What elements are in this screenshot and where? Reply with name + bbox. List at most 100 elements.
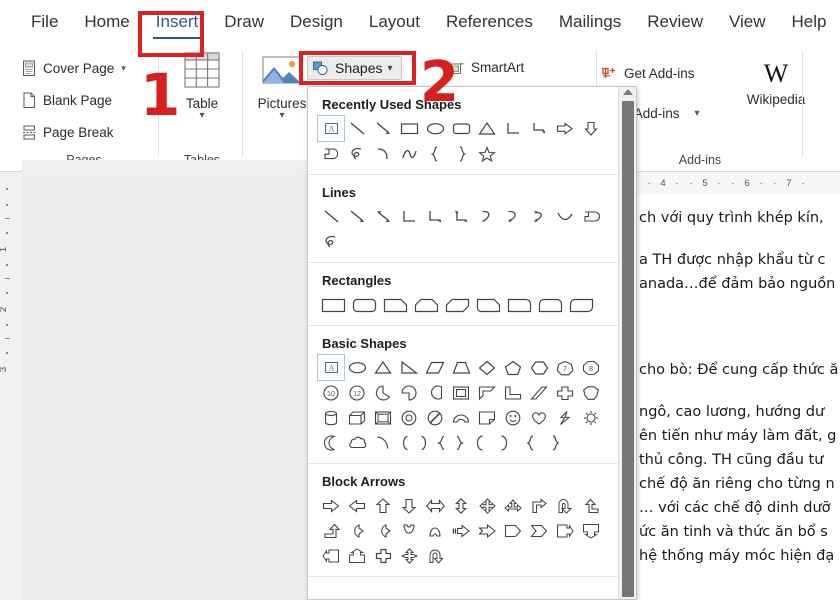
document-page-left[interactable] bbox=[22, 172, 306, 600]
shape-up-arrow-callout[interactable] bbox=[344, 543, 370, 568]
smartart-button[interactable]: SmartArt bbox=[450, 60, 524, 75]
shape-left-bracket-tall[interactable] bbox=[468, 430, 491, 455]
tab-review[interactable]: Review bbox=[634, 6, 716, 38]
shape-u-turn-arrow[interactable] bbox=[552, 493, 578, 518]
shape-elbow-arrow-connector[interactable] bbox=[526, 116, 552, 141]
shape-l-shape[interactable] bbox=[500, 380, 526, 405]
shape-left-right-up-arrow[interactable] bbox=[500, 493, 526, 518]
shape-curve[interactable] bbox=[370, 141, 396, 166]
shape-cube[interactable] bbox=[344, 405, 370, 430]
shape-curved-arrow-connector[interactable] bbox=[500, 204, 526, 229]
shape-cross-arrow-thick[interactable] bbox=[370, 543, 396, 568]
shape-snip-diagonal-corner[interactable] bbox=[442, 292, 473, 317]
horizontal-ruler[interactable]: · 4 · · 5 · · 6 · · 7 · bbox=[636, 172, 840, 194]
tab-file[interactable]: File bbox=[18, 6, 71, 38]
shape-arc-block[interactable] bbox=[448, 405, 474, 430]
shape-line-arrow[interactable] bbox=[370, 116, 396, 141]
shape-hexagon[interactable] bbox=[526, 355, 552, 380]
shapes-dropdown-scrollbar[interactable] bbox=[618, 87, 636, 600]
shape-diamond[interactable] bbox=[474, 355, 500, 380]
shape-bent-up-arrow[interactable] bbox=[318, 518, 344, 543]
shape-quad-arrow[interactable] bbox=[474, 493, 500, 518]
shape-curved-connector[interactable] bbox=[474, 204, 500, 229]
shape-line[interactable] bbox=[318, 204, 344, 229]
shape-elbow-connector[interactable] bbox=[500, 116, 526, 141]
tab-draw[interactable]: Draw bbox=[211, 6, 277, 38]
shape-no-symbol[interactable] bbox=[422, 405, 448, 430]
shape-line-double-arrow[interactable] bbox=[370, 204, 396, 229]
shape-cross[interactable] bbox=[552, 380, 578, 405]
shape-pie[interactable] bbox=[370, 380, 396, 405]
shape-right-bracket[interactable] bbox=[414, 430, 432, 455]
shape-up-down-arrow[interactable] bbox=[448, 493, 474, 518]
shape-notched-right-arrow[interactable] bbox=[474, 518, 500, 543]
shape-left-right-arrow[interactable] bbox=[422, 493, 448, 518]
tab-help[interactable]: Help bbox=[779, 6, 840, 38]
page-break-button[interactable]: Page Break bbox=[18, 120, 118, 145]
shape-textbox[interactable]: A bbox=[318, 116, 344, 141]
shape-up-arrow[interactable] bbox=[370, 493, 396, 518]
shape-left-brace[interactable] bbox=[422, 141, 448, 166]
shape-rounded-rectangle[interactable] bbox=[349, 292, 380, 317]
shape-flowchart-delay[interactable] bbox=[318, 141, 344, 166]
document-page-right[interactable]: ch với quy trình khép kín, a TH được nhậ… bbox=[632, 194, 840, 600]
shape-right-bracket-tall[interactable] bbox=[491, 430, 517, 455]
shape-lightning-bolt[interactable] bbox=[552, 405, 578, 430]
shape-pentagon-arrow[interactable] bbox=[500, 518, 526, 543]
shape-circular-arrow[interactable] bbox=[422, 543, 448, 568]
shape-octagon[interactable]: 8 bbox=[578, 355, 604, 380]
shape-round-same-side-corner[interactable] bbox=[535, 292, 566, 317]
shape-oval[interactable] bbox=[422, 116, 448, 141]
shape-bevel[interactable] bbox=[370, 405, 396, 430]
shape-left-bracket[interactable] bbox=[396, 430, 414, 455]
shape-round-diagonal-corner[interactable] bbox=[566, 292, 597, 317]
shape-elbow-connector[interactable] bbox=[396, 204, 422, 229]
shape-right-brace-tall[interactable] bbox=[543, 430, 569, 455]
tab-view[interactable]: View bbox=[716, 6, 779, 38]
shape-decagon[interactable]: 10 bbox=[318, 380, 344, 405]
get-addins-button[interactable]: Get Add-ins bbox=[602, 66, 695, 81]
shape-right-brace[interactable] bbox=[450, 430, 468, 455]
shape-chord[interactable] bbox=[422, 380, 448, 405]
shape-rounded-rectangle[interactable] bbox=[448, 116, 474, 141]
shape-down-arrow-callout[interactable] bbox=[578, 518, 604, 543]
shape-round-single-corner[interactable] bbox=[504, 292, 535, 317]
shape-cylinder[interactable] bbox=[318, 405, 344, 430]
shape-trapezoid[interactable] bbox=[448, 355, 474, 380]
shape-left-arrow[interactable] bbox=[344, 493, 370, 518]
shape-scribble[interactable] bbox=[318, 229, 344, 254]
shape-cloud[interactable] bbox=[344, 430, 370, 455]
shape-star-5[interactable] bbox=[474, 141, 500, 166]
shape-curved-double-arrow-connector[interactable] bbox=[526, 204, 552, 229]
shape-pentagon[interactable] bbox=[500, 355, 526, 380]
shape-rectangle[interactable] bbox=[318, 292, 349, 317]
shape-left-brace[interactable] bbox=[432, 430, 450, 455]
cover-page-button[interactable]: Cover Page ▾ bbox=[18, 56, 130, 81]
shape-arc[interactable] bbox=[370, 430, 396, 455]
shape-down-arrow[interactable] bbox=[396, 493, 422, 518]
shape-freeform[interactable] bbox=[578, 204, 604, 229]
tab-home[interactable]: Home bbox=[71, 6, 142, 38]
shape-isosceles-triangle[interactable] bbox=[370, 355, 396, 380]
tab-mailings[interactable]: Mailings bbox=[546, 6, 634, 38]
shape-line[interactable] bbox=[344, 116, 370, 141]
shape-regular-pentagon-star[interactable] bbox=[578, 380, 604, 405]
shape-diagonal-stripe[interactable] bbox=[526, 380, 552, 405]
shape-curved-left-arrow[interactable] bbox=[370, 518, 396, 543]
shape-curved-right-arrow[interactable] bbox=[344, 518, 370, 543]
shape-right-arrow[interactable] bbox=[552, 116, 578, 141]
shape-curved-up-arrow[interactable] bbox=[396, 518, 422, 543]
shape-left-up-arrow[interactable] bbox=[578, 493, 604, 518]
shape-scribble[interactable] bbox=[344, 141, 370, 166]
shape-parallelogram[interactable] bbox=[422, 355, 448, 380]
shape-textbox[interactable]: A bbox=[318, 355, 344, 380]
shape-curved-down-arrow[interactable] bbox=[422, 518, 448, 543]
shape-right-arrow[interactable] bbox=[318, 493, 344, 518]
scroll-up-arrow-icon[interactable] bbox=[623, 89, 633, 95]
shape-heptagon[interactable]: 7 bbox=[552, 355, 578, 380]
shape-left-brace-tall[interactable] bbox=[517, 430, 543, 455]
shape-sun[interactable] bbox=[578, 405, 604, 430]
shape-bent-arrow[interactable] bbox=[526, 493, 552, 518]
shape-four-way-arrow[interactable] bbox=[396, 543, 422, 568]
shape-donut[interactable] bbox=[396, 405, 422, 430]
